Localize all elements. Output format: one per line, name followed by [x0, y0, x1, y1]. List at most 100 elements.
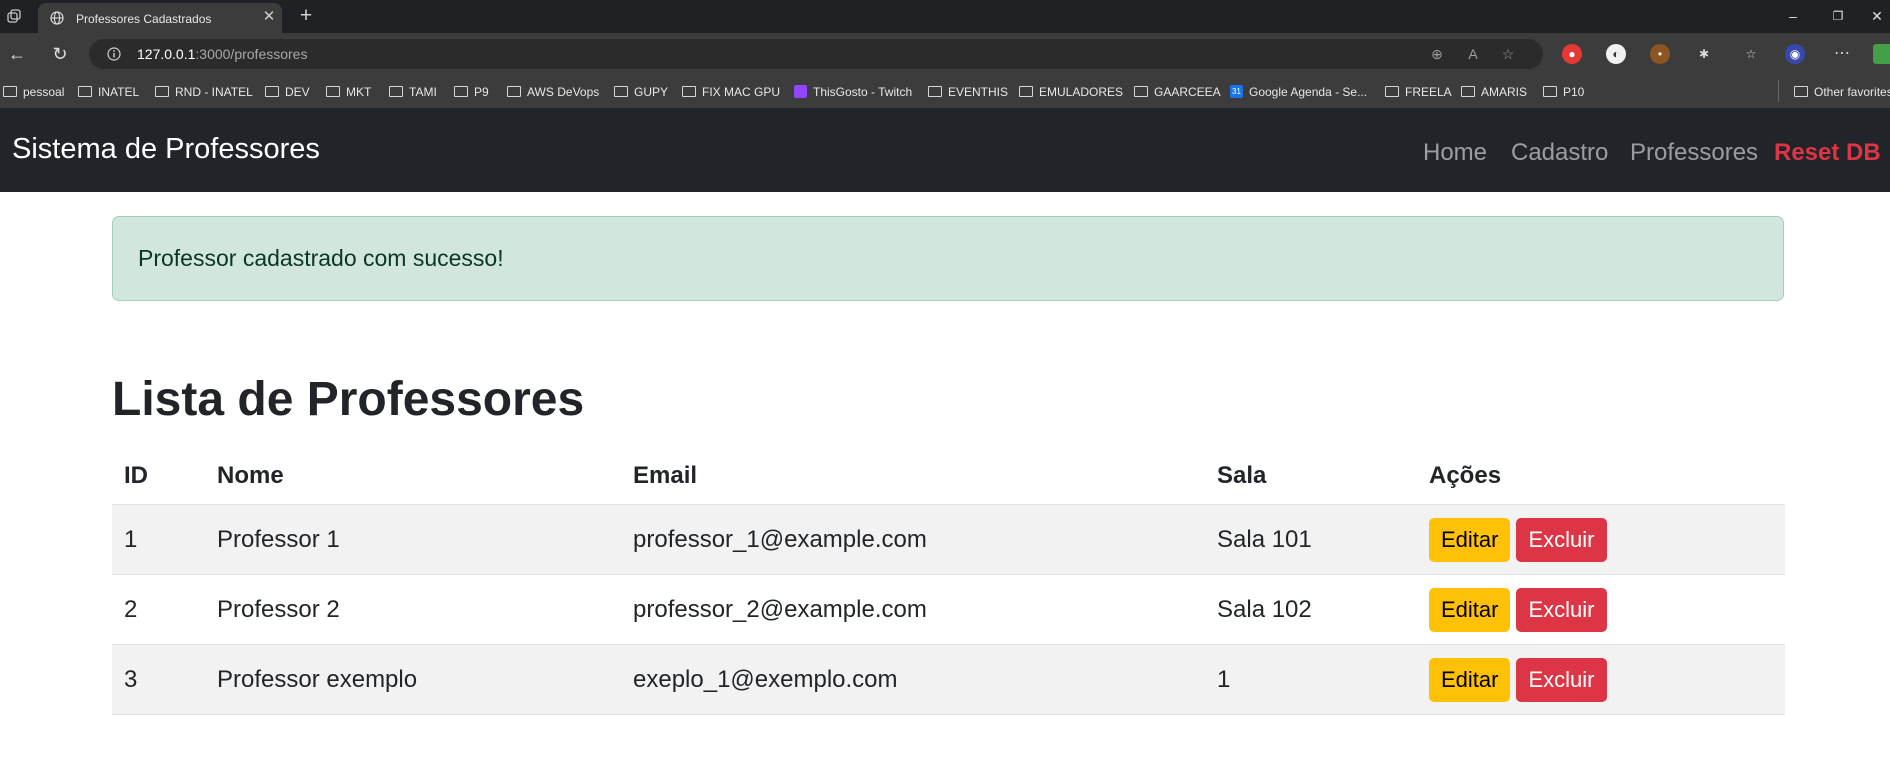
new-tab-icon[interactable]: + [295, 5, 317, 27]
delete-button[interactable]: Excluir [1516, 587, 1607, 632]
bookmark-mkt[interactable]: MKT [326, 83, 371, 101]
table-header-row: ID Nome Email Sala Ações [112, 448, 1785, 505]
navbar-brand[interactable]: Sistema de Professores [12, 133, 320, 166]
site-info-icon[interactable] [107, 47, 121, 61]
success-alert: Professor cadastrado com sucesso! [112, 216, 1784, 301]
cell-email: professor_2@example.com [621, 574, 1205, 645]
restore-icon[interactable]: ❐ [1827, 6, 1849, 26]
back-arrow-icon[interactable]: ← [6, 43, 28, 65]
cell-id: 1 [112, 504, 205, 575]
bookmark-emuladores[interactable]: EMULADORES [1019, 83, 1123, 101]
browser-tab-bar: Professores Cadastrados ✕ + – ❐ ✕ [0, 0, 1890, 33]
extension-red-icon[interactable]: ● [1562, 44, 1582, 64]
nav-link-cadastro[interactable]: Cadastro [1511, 139, 1608, 167]
folder-icon [507, 86, 521, 98]
bookmark-tami[interactable]: TAMI [389, 83, 437, 101]
twitch-icon [794, 85, 807, 99]
folder-icon [389, 86, 403, 98]
bookmark-p9[interactable]: P9 [454, 83, 489, 101]
address-bar[interactable]: 127.0.0.1:3000/professores ⊕ A ☆ [89, 39, 1543, 69]
bookmark-p10[interactable]: P10 [1543, 83, 1584, 101]
globe-icon [50, 11, 64, 25]
browser-tab-active[interactable]: Professores Cadastrados ✕ [38, 3, 282, 33]
delete-button[interactable]: Excluir [1516, 657, 1607, 702]
url-host: 127.0.0.1 [137, 46, 196, 62]
tab-title: Professores Cadastrados [76, 12, 212, 26]
delete-button[interactable]: Excluir [1516, 517, 1607, 562]
extensions-puzzle-icon[interactable]: ✱ [1694, 44, 1714, 64]
bookmark-gaarceea[interactable]: GAARCEEA [1134, 83, 1221, 101]
extension-cookie-icon[interactable]: • [1650, 44, 1670, 64]
url-path: :3000/professores [195, 46, 308, 62]
cell-actions: Editar Excluir [1417, 574, 1785, 645]
cell-id: 3 [112, 644, 205, 715]
folder-icon [454, 86, 468, 98]
browser-toolbar: ← ↻ 127.0.0.1:3000/professores ⊕ A ☆ ● ◐… [0, 33, 1890, 75]
header-id: ID [112, 448, 205, 505]
bookmark-google-agenda[interactable]: 31 Google Agenda - Se... [1230, 83, 1367, 101]
nav-link-home[interactable]: Home [1423, 139, 1487, 167]
page-title: Lista de Professores [112, 373, 585, 426]
cell-actions: Editar Excluir [1417, 504, 1785, 575]
zoom-icon[interactable]: ⊕ [1428, 46, 1446, 62]
tab-actions-icon[interactable] [5, 8, 23, 26]
bookmark-dev[interactable]: DEV [265, 83, 310, 101]
bookmark-rnd-inatel[interactable]: RND - INATEL [155, 83, 253, 101]
read-aloud-icon[interactable]: A [1464, 46, 1482, 62]
bookmark-pessoal[interactable]: pessoal [3, 83, 64, 101]
bookmark-eventhis[interactable]: EVENTHIS [928, 83, 1008, 101]
folder-icon [614, 86, 628, 98]
folder-icon [682, 86, 696, 98]
edit-button[interactable]: Editar [1429, 517, 1511, 562]
nav-link-professores[interactable]: Professores [1630, 139, 1758, 167]
header-nome: Nome [205, 448, 621, 505]
bookmark-freela[interactable]: FREELA [1385, 83, 1452, 101]
bookmark-amaris[interactable]: AMARIS [1461, 83, 1527, 101]
bookmark-inatel[interactable]: INATEL [78, 83, 139, 101]
favorites-list-icon[interactable]: ☆ [1741, 44, 1761, 64]
cell-email: professor_1@example.com [621, 504, 1205, 575]
minimize-icon[interactable]: – [1782, 6, 1804, 26]
header-acoes: Ações [1417, 448, 1785, 505]
folder-icon [1543, 86, 1557, 98]
extension-circle-icon[interactable]: ◐ [1606, 44, 1626, 64]
bookmarks-bar: pessoal INATEL RND - INATEL DEV MKT TAMI… [0, 75, 1890, 109]
cell-sala: Sala 102 [1205, 574, 1417, 645]
bookmark-other-favorites[interactable]: Other favorites [1794, 83, 1890, 101]
alert-message: Professor cadastrado com sucesso! [138, 245, 504, 271]
folder-icon [1134, 86, 1148, 98]
bookmark-thisgosto-twitch[interactable]: ThisGosto - Twitch [794, 83, 912, 101]
table-row: 2 Professor 2 professor_2@example.com Sa… [112, 574, 1785, 645]
folder-icon [1461, 86, 1475, 98]
folder-icon [928, 86, 942, 98]
folder-icon [1794, 86, 1808, 98]
header-email: Email [621, 448, 1205, 505]
bookmark-fix-mac-gpu[interactable]: FIX MAC GPU [682, 83, 780, 101]
copilot-icon[interactable] [1873, 44, 1890, 64]
more-menu-icon[interactable]: ⋯ [1832, 44, 1852, 64]
cell-id: 2 [112, 574, 205, 645]
folder-icon [3, 86, 17, 98]
professors-table: ID Nome Email Sala Ações 1 Professor 1 p… [112, 448, 1785, 715]
favorite-star-icon[interactable]: ☆ [1499, 46, 1517, 62]
cell-sala: 1 [1205, 644, 1417, 715]
edit-button[interactable]: Editar [1429, 587, 1511, 632]
folder-icon [1385, 86, 1399, 98]
reload-icon[interactable]: ↻ [49, 43, 71, 65]
table-row: 1 Professor 1 professor_1@example.com Sa… [112, 504, 1785, 575]
window-close-icon[interactable]: ✕ [1866, 6, 1888, 26]
edit-button[interactable]: Editar [1429, 657, 1511, 702]
nav-link-reset-db[interactable]: Reset DB [1774, 139, 1881, 167]
profile-avatar[interactable]: ◉ [1785, 44, 1805, 64]
folder-icon [326, 86, 340, 98]
close-tab-icon[interactable]: ✕ [260, 8, 278, 26]
cell-sala: Sala 101 [1205, 504, 1417, 575]
bookmark-gupy[interactable]: GUPY [614, 83, 668, 101]
folder-icon [1019, 86, 1033, 98]
table-row: 3 Professor exemplo exeplo_1@exemplo.com… [112, 644, 1785, 715]
cell-email: exeplo_1@exemplo.com [621, 644, 1205, 715]
folder-icon [78, 86, 92, 98]
bookmark-aws-devops[interactable]: AWS DeVops [507, 83, 599, 101]
folder-icon [265, 86, 279, 98]
cell-nome: Professor exemplo [205, 644, 621, 715]
